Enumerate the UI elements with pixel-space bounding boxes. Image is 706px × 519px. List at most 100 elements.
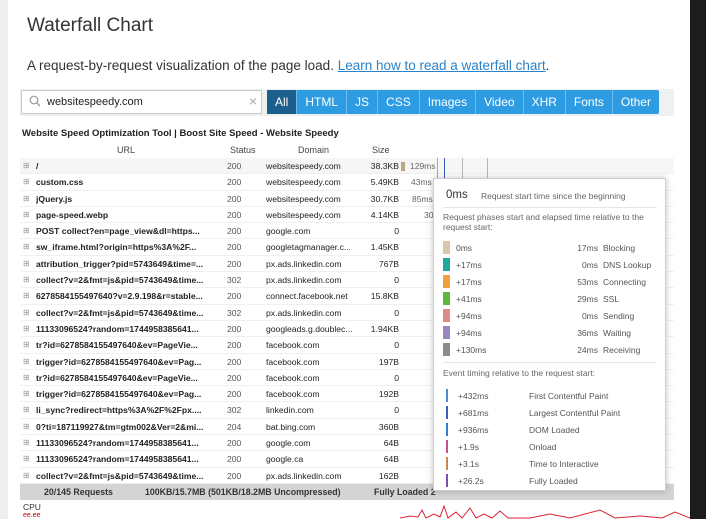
timing-marker (446, 389, 448, 402)
row-size: 162B (378, 470, 399, 481)
row-timing-bar[interactable] (401, 162, 405, 171)
search-box[interactable]: websitespeedy.com × (21, 90, 262, 114)
timing-marker (446, 457, 448, 470)
timing-name: Onload (529, 442, 557, 452)
tab-js[interactable]: JS (347, 90, 379, 114)
row-status: 200 (227, 372, 242, 383)
expand-row-icon[interactable]: ⊞ (23, 390, 30, 398)
row-size: 1.94KB (370, 323, 399, 334)
row-size: 0 (394, 405, 399, 416)
row-status: 200 (227, 454, 242, 465)
cpu-graph (400, 504, 690, 519)
expand-row-icon[interactable]: ⊞ (23, 308, 30, 317)
tooltip-divider (443, 207, 657, 208)
timing-marker (446, 423, 448, 436)
phase-duration: 53ms (577, 277, 598, 287)
timing-name: First Contentful Paint (529, 391, 609, 401)
row-status: 200 (227, 356, 242, 367)
phase-name: Waiting (603, 328, 632, 338)
row-status: 200 (227, 438, 242, 449)
phase-name: SSL (603, 294, 620, 304)
tab-video[interactable]: Video (476, 90, 524, 114)
row-size: 0 (394, 275, 399, 286)
column-url[interactable]: URL (117, 145, 135, 155)
row-url: 11133096524?random=1744958385641... (36, 438, 199, 449)
row-status: 200 (227, 209, 242, 220)
phase-start: 0ms (456, 243, 473, 253)
expand-row-icon[interactable]: ⊞ (23, 324, 30, 333)
row-domain: facebook.com (266, 340, 320, 351)
row-domain: px.ads.linkedin.com (266, 307, 342, 318)
row-url: page-speed.webp (36, 209, 109, 220)
row-url: 11133096524?random=1744958385641... (36, 454, 199, 465)
row-url: POST collect?en=page_view&dl=https... (36, 226, 200, 237)
search-input[interactable]: websitespeedy.com (47, 96, 143, 108)
row-status: 302 (227, 405, 242, 416)
row-domain: googletagmanager.c... (266, 242, 352, 253)
expand-row-icon[interactable]: ⊞ (23, 243, 30, 251)
phase-color-swatch (443, 241, 450, 254)
expand-row-icon[interactable]: ⊞ (23, 210, 30, 219)
column-domain[interactable]: Domain (298, 145, 329, 155)
tab-css[interactable]: CSS (378, 90, 420, 114)
tooltip-timing-note: Event timing relative to the request sta… (443, 368, 596, 378)
timing-name: Largest Contentful Paint (529, 408, 621, 418)
tab-all[interactable]: All (267, 90, 298, 114)
timing-name: Time to Interactive (529, 459, 599, 469)
learn-waterfall-link[interactable]: Learn how to read a waterfall chart (338, 58, 546, 73)
expand-row-icon[interactable]: ⊞ (23, 357, 30, 366)
row-size: 197B (378, 356, 399, 367)
expand-row-icon[interactable]: ⊞ (23, 373, 30, 382)
phase-start: +17ms (456, 260, 482, 270)
phase-name: Connecting (603, 277, 647, 287)
row-size: 0 (394, 226, 399, 237)
row-status: 200 (227, 389, 242, 400)
phase-duration: 0ms (581, 311, 598, 321)
phase-row: +17ms 53ms Connecting (443, 275, 659, 292)
column-size[interactable]: Size (372, 145, 390, 155)
tab-other[interactable]: Other (612, 90, 659, 114)
phase-row: 0ms 17ms Blocking (443, 241, 659, 258)
expand-row-icon[interactable]: ⊞ (23, 162, 30, 170)
tooltip-phases-note: Request phases start and elapsed time re… (443, 212, 644, 232)
row-status: 204 (227, 421, 242, 432)
expand-row-icon[interactable]: ⊞ (23, 259, 30, 268)
expand-row-icon[interactable]: ⊞ (23, 178, 30, 186)
tab-xhr[interactable]: XHR (523, 90, 566, 114)
table-row[interactable]: ⊞ / 200 websitespeedy.com 38.3KB 129ms (20, 158, 674, 175)
clear-search-icon[interactable]: × (249, 93, 257, 109)
row-url: 0?ti=187119927&tm=gtm002&Ver=2&mi... (36, 421, 204, 432)
expand-row-icon[interactable]: ⊞ (23, 471, 30, 480)
subtitle-period: . (545, 58, 550, 73)
tab-fonts[interactable]: Fonts (565, 90, 613, 114)
row-domain: websitespeedy.com (266, 177, 341, 188)
timing-row: +26.2s Fully Loaded (446, 474, 662, 491)
timing-row: +432ms First Contentful Paint (446, 389, 662, 406)
expand-row-icon[interactable]: ⊞ (23, 227, 30, 235)
row-domain: google.com (266, 226, 311, 237)
row-url: attribution_trigger?pid=5743649&time=... (36, 258, 204, 269)
row-status: 200 (227, 242, 242, 253)
expand-row-icon[interactable]: ⊞ (23, 194, 30, 203)
row-size: 767B (378, 258, 399, 269)
tab-html[interactable]: HTML (297, 90, 348, 114)
tab-images[interactable]: Images (419, 90, 477, 114)
cpu-label: CPU (23, 502, 41, 512)
phase-duration: 36ms (577, 328, 598, 338)
row-domain: websitespeedy.com (266, 161, 341, 171)
phase-color-swatch (443, 275, 450, 288)
expand-row-icon[interactable]: ⊞ (23, 439, 30, 447)
search-icon (29, 95, 41, 107)
expand-row-icon[interactable]: ⊞ (23, 341, 30, 349)
row-timing-label: 129ms (410, 161, 436, 171)
expand-row-icon[interactable]: ⊞ (23, 406, 30, 414)
phase-name: Sending (603, 311, 635, 321)
request-timing-tooltip: 0ms Request start time since the beginni… (433, 178, 666, 491)
row-url: trigger?id=627858415549764​0&ev=Pag... (36, 356, 202, 367)
expand-row-icon[interactable]: ⊞ (23, 292, 30, 300)
expand-row-icon[interactable]: ⊞ (23, 422, 30, 431)
expand-row-icon[interactable]: ⊞ (23, 455, 30, 463)
phase-name: Receiving (603, 345, 641, 355)
column-status[interactable]: Status (230, 145, 256, 155)
expand-row-icon[interactable]: ⊞ (23, 276, 30, 284)
